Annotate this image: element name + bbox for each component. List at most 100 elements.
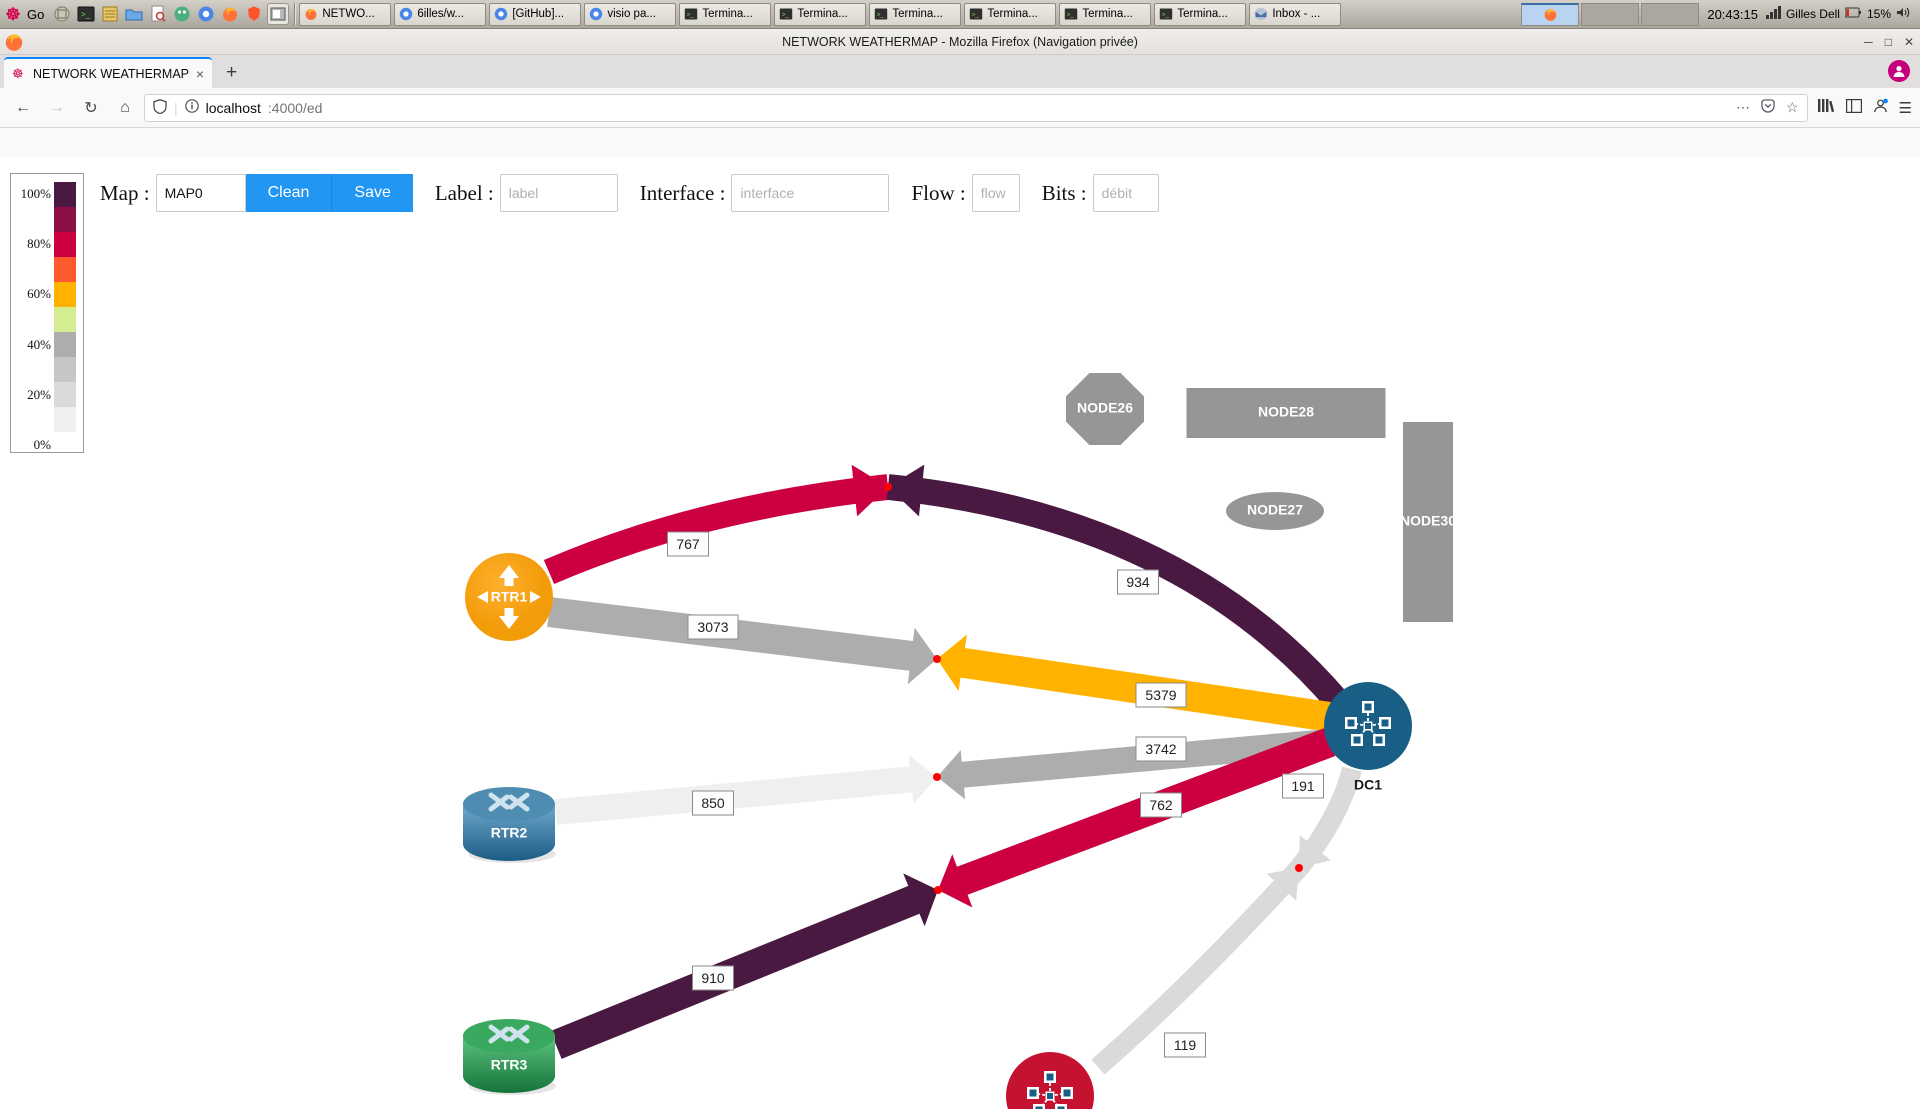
- weathermap-canvas[interactable]: RTR1 RTR2 RTR3 DC1 DC2 NODE26 NODE28 NODE27 NODE…: [0, 157, 1920, 1109]
- terminal-icon[interactable]: >_: [75, 3, 97, 25]
- browser-tab-title: NETWORK WEATHERMAP: [33, 67, 189, 81]
- gimp-icon[interactable]: [171, 3, 193, 25]
- taskbar-window-visio[interactable]: visio pa...: [584, 3, 676, 26]
- workspace-2[interactable]: [1581, 3, 1639, 26]
- workspace-pager[interactable]: [1519, 3, 1699, 26]
- close-tab-icon[interactable]: ×: [196, 66, 204, 82]
- sidebar-icon[interactable]: [1846, 99, 1862, 117]
- link-RTR1-DC1-a-out: [549, 465, 888, 572]
- url-host: localhost: [206, 100, 261, 116]
- url-bar[interactable]: | localhost:4000/ed ⋯ ☆: [144, 94, 1808, 122]
- taskbar-window-terminal-4[interactable]: >_Termina...: [964, 3, 1056, 26]
- battery-icon[interactable]: [1845, 6, 1862, 22]
- link-label-RTR2-DC1-in[interactable]: 3742: [1136, 737, 1186, 761]
- taskbar-menu-label[interactable]: Go: [26, 7, 49, 22]
- taskbar-window-terminal-5[interactable]: >_Termina...: [1059, 3, 1151, 26]
- window-icon[interactable]: [51, 3, 73, 25]
- link-label-text: 762: [1149, 797, 1173, 813]
- back-button[interactable]: ←: [8, 93, 38, 123]
- node-RTR1[interactable]: RTR1: [465, 553, 553, 641]
- volume-icon[interactable]: [1896, 6, 1912, 22]
- node-NODE27[interactable]: NODE27: [1226, 492, 1324, 530]
- link-RTR3-DC1-out: [550, 873, 938, 1059]
- node-label: DC1: [1354, 777, 1382, 793]
- file-manager-icon[interactable]: [123, 3, 145, 25]
- browser-tabstrip: ☸ NETWORK WEATHERMAP × +: [0, 55, 1920, 88]
- taskbar-window-netwo[interactable]: NETWO...: [299, 3, 391, 26]
- taskbar-window-6illes[interactable]: 6illes/w...: [394, 3, 486, 26]
- page-actions-icon[interactable]: ⋯: [1736, 99, 1750, 116]
- document-search-icon[interactable]: [147, 3, 169, 25]
- browser-titlebar: NETWORK WEATHERMAP - Mozilla Firefox (Na…: [0, 29, 1920, 55]
- taskbar-window-terminal-3[interactable]: >_Termina...: [869, 3, 961, 26]
- tray-battery-label[interactable]: 15%: [1867, 7, 1891, 21]
- taskbar-window-terminal-6[interactable]: >_Termina...: [1154, 3, 1246, 26]
- taskbar-window-terminal-1[interactable]: >_Termina...: [679, 3, 771, 26]
- node-RTR2[interactable]: RTR2: [463, 787, 556, 863]
- taskbar-window-terminal-2[interactable]: >_Termina...: [774, 3, 866, 26]
- link-label-RTR3-DC1-in[interactable]: 762: [1141, 793, 1182, 817]
- hamburger-menu-icon[interactable]: ☰: [1899, 99, 1912, 117]
- close-button[interactable]: ✕: [1904, 35, 1914, 49]
- forward-button[interactable]: →: [42, 93, 72, 123]
- chromium-icon[interactable]: [195, 3, 217, 25]
- node-RTR3[interactable]: RTR3: [463, 1019, 556, 1095]
- weathermap-page: 100%80%60%40%20%0% Map : Clean Save Labe…: [0, 157, 1920, 1109]
- link-label-text: 934: [1126, 574, 1150, 590]
- library-icon[interactable]: [1818, 98, 1835, 117]
- workspace-1[interactable]: [1521, 3, 1579, 26]
- debian-menu-icon[interactable]: ☸: [2, 3, 24, 25]
- link-midpoint-DC1-DC2[interactable]: [1295, 864, 1303, 872]
- workspace-3[interactable]: [1641, 3, 1699, 26]
- archive-icon[interactable]: [99, 3, 121, 25]
- taskbar-launchers: ☸ Go >_: [0, 3, 291, 25]
- page-info-icon[interactable]: [185, 99, 199, 116]
- wifi-icon[interactable]: [1766, 6, 1781, 22]
- link-RTR1-DC1-a-out-stroke: [549, 487, 888, 572]
- link-midpoint-RTR1-DC1-b[interactable]: [933, 655, 941, 663]
- taskbar-window-inbox[interactable]: Inbox - ...: [1249, 3, 1341, 26]
- link-label-text: 119: [1174, 1037, 1197, 1053]
- debian-favicon: ☸: [12, 67, 26, 81]
- firefox-icon[interactable]: [219, 3, 241, 25]
- reload-button[interactable]: ↻: [76, 93, 106, 123]
- taskbar-clock[interactable]: 20:43:15: [1699, 7, 1766, 22]
- link-label-RTR2-DC1-out[interactable]: 850: [693, 791, 734, 815]
- node-NODE28[interactable]: NODE28: [1187, 388, 1386, 438]
- link-label-text: 3073: [697, 619, 728, 635]
- chrome-icon: [589, 7, 603, 21]
- link-label-RTR1-DC1-b-out[interactable]: 3073: [688, 615, 738, 639]
- link-midpoint-RTR1-DC1-a[interactable]: [884, 483, 892, 491]
- network-node-inner: [1365, 704, 1372, 711]
- pocket-icon[interactable]: [1761, 99, 1775, 116]
- link-label-RTR1-DC1-b-in[interactable]: 5379: [1136, 683, 1186, 707]
- link-label-RTR1-DC1-a-in[interactable]: 934: [1118, 570, 1159, 594]
- account-icon[interactable]: [1873, 98, 1888, 117]
- tray-user-label[interactable]: Gilles Dell: [1786, 7, 1840, 21]
- brave-icon[interactable]: [243, 3, 265, 25]
- link-label-DC1-DC2-in[interactable]: 119: [1165, 1033, 1206, 1057]
- network-node-inner: [1376, 737, 1383, 744]
- minimize-button[interactable]: ─: [1864, 35, 1873, 49]
- node-NODE26[interactable]: NODE26: [1066, 373, 1144, 445]
- node-DC1[interactable]: DC1: [1324, 682, 1412, 793]
- link-label-text: 850: [701, 795, 725, 811]
- bookmark-star-icon[interactable]: ☆: [1786, 99, 1799, 116]
- node-NODE30[interactable]: NODE30: [1400, 422, 1456, 622]
- home-button[interactable]: ⌂: [110, 93, 140, 123]
- link-label-RTR3-DC1-out[interactable]: 910: [693, 966, 734, 990]
- shield-icon[interactable]: [153, 99, 167, 117]
- os-taskbar: ☸ Go >_ NETWO...6illes/w...[GitHub]...vi…: [0, 0, 1920, 29]
- network-node-inner: [1382, 720, 1389, 727]
- new-tab-button[interactable]: +: [226, 62, 237, 84]
- link-midpoint-RTR3-DC1[interactable]: [934, 886, 942, 894]
- taskbar-window-github[interactable]: [GitHub]...: [489, 3, 581, 26]
- link-midpoint-RTR2-DC1[interactable]: [933, 773, 941, 781]
- screenshot-icon[interactable]: [267, 3, 289, 25]
- node-DC2[interactable]: DC2: [1006, 1052, 1094, 1109]
- maximize-button[interactable]: □: [1885, 35, 1892, 49]
- link-label-DC1-DC2-out[interactable]: 191: [1283, 774, 1324, 798]
- link-label-RTR1-DC1-a-out[interactable]: 767: [668, 532, 709, 556]
- browser-tab-active[interactable]: ☸ NETWORK WEATHERMAP ×: [4, 57, 212, 88]
- private-browsing-badge[interactable]: [1888, 60, 1910, 82]
